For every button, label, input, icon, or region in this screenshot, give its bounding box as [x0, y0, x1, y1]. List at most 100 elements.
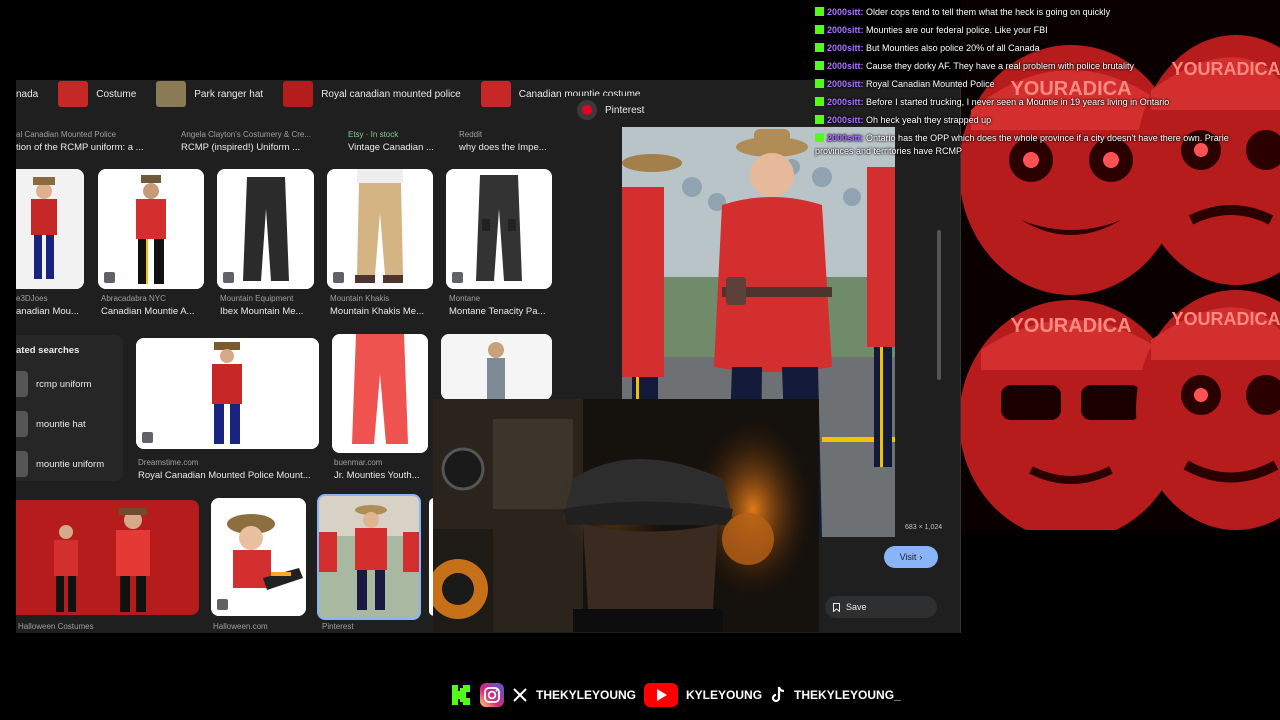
- related-searches-panel: ated searches rcmp uniform mountie hat m…: [16, 335, 123, 481]
- save-label: Save: [846, 602, 867, 612]
- related-search-label: mountie hat: [36, 418, 86, 430]
- result-source: Halloween Costumes: [18, 622, 94, 631]
- chip-rcmp[interactable]: Royal canadian mounted police: [283, 81, 471, 107]
- result-title[interactable]: Montane Tenacity Pa...: [449, 306, 559, 317]
- result-title[interactable]: RCMP (inspired!) Uniform ...: [181, 142, 331, 153]
- result-source: Montane: [449, 294, 481, 303]
- chat-username: 2000sitt:: [827, 43, 864, 53]
- brand-text: YOURADICA: [1010, 315, 1131, 337]
- youtube-icon: [644, 683, 679, 707]
- chip-park-ranger-hat[interactable]: Park ranger hat: [156, 81, 274, 107]
- chat-message: 2000sitt: Mounties are our federal polic…: [815, 24, 1048, 37]
- youtube-handle: KYLEYOUNG: [686, 688, 763, 702]
- result-title[interactable]: tion of the RCMP uniform: a ...: [16, 142, 166, 153]
- result-title[interactable]: anadian Mou...: [16, 306, 86, 317]
- chat-text: But Mounties also police 20% of all Cana…: [866, 43, 1040, 53]
- preview-source[interactable]: Pinterest: [605, 105, 644, 116]
- chat-username: 2000sitt:: [827, 25, 864, 35]
- chip-costume[interactable]: Costume: [58, 81, 147, 107]
- result-image-rcmp-officer[interactable]: [136, 338, 319, 449]
- x-logo-icon: [512, 687, 528, 703]
- result-source: Abracadabra NYC: [101, 294, 166, 303]
- tiktok-handle: THEKYLEYOUNG_: [794, 688, 901, 702]
- chat-text: Oh heck yeah they strapped up: [866, 115, 992, 125]
- related-search-item[interactable]: rcmp uniform: [16, 367, 91, 401]
- chat-text: Ontario has the OPP which does the whole…: [815, 133, 1229, 156]
- instagram-icon: [480, 683, 504, 707]
- result-image-red-pants[interactable]: [332, 334, 428, 453]
- related-search-item[interactable]: mountie uniform: [16, 447, 104, 481]
- product-badge-icon: [142, 432, 153, 443]
- save-button[interactable]: Save: [825, 596, 937, 618]
- result-image-khaki-pants[interactable]: [327, 169, 433, 289]
- result-title[interactable]: Mountain Khakis Me...: [330, 306, 440, 317]
- kick-badge-icon: [815, 43, 824, 52]
- kick-badge-icon: [815, 133, 824, 142]
- result-source: Pinterest: [322, 622, 354, 631]
- result-image-dark-pants[interactable]: [446, 169, 552, 289]
- brand-text: YOURADICA: [1171, 309, 1280, 329]
- filter-chip-bar: nada Costume Park ranger hat Royal canad…: [16, 80, 651, 108]
- chip-canada[interactable]: nada: [16, 81, 49, 107]
- result-image-woman-photo[interactable]: [441, 334, 552, 400]
- result-image-mountie-figure[interactable]: [16, 169, 84, 289]
- related-search-item[interactable]: mountie hat: [16, 407, 86, 441]
- chat-message: 2000sitt: Before I started trucking, I n…: [815, 96, 1169, 109]
- result-title[interactable]: Vintage Canadian ...: [348, 142, 458, 153]
- chat-username: 2000sitt:: [827, 115, 864, 125]
- chat-message: 2000sitt: But Mounties also police 20% o…: [815, 42, 1040, 55]
- kick-badge-icon: [815, 25, 824, 34]
- chip-label: nada: [16, 88, 39, 100]
- related-thumbnail: [16, 371, 28, 397]
- related-thumbnail: [16, 451, 28, 477]
- result-image-child-mountie[interactable]: [211, 498, 306, 616]
- result-source: e3DJoes: [16, 294, 48, 303]
- result-title[interactable]: Canadian Mountie A...: [101, 306, 211, 317]
- related-searches-heading: ated searches: [16, 345, 80, 356]
- result-source: Halloween.com: [213, 622, 268, 631]
- socials-bar: THEKYLEYOUNG KYLEYOUNG THEKYLEYOUNG_: [450, 681, 901, 709]
- chat-text: Older cops tend to tell them what the he…: [866, 7, 1111, 17]
- preview-header: Pinterest: [577, 100, 644, 120]
- kick-badge-icon: [815, 97, 824, 106]
- chip-thumbnail: [156, 81, 187, 107]
- result-image-mountie-costume[interactable]: [98, 169, 204, 289]
- chat-text: Before I started trucking, I never seen …: [866, 97, 1170, 107]
- result-source: Mountain Equipment: [220, 294, 294, 303]
- chat-message: 2000sitt: Ontario has the OPP which does…: [815, 132, 1255, 158]
- result-image-pinterest-selected[interactable]: [317, 494, 421, 620]
- result-source: buenmar.com: [334, 458, 383, 467]
- chat-message: 2000sitt: Older cops tend to tell them w…: [815, 6, 1110, 19]
- kick-logo-icon: [450, 684, 472, 706]
- product-badge-icon: [333, 272, 344, 283]
- result-source: Reddit: [459, 130, 483, 139]
- stream-scene: { "browser": { "chips": [ {"label": "nad…: [0, 0, 1280, 720]
- chat-text: Royal Canadian Mounted Police: [866, 79, 995, 89]
- chevron-right-icon: ›: [919, 552, 923, 562]
- chat-username: 2000sitt:: [827, 7, 864, 17]
- product-badge-icon: [452, 272, 463, 283]
- visit-button[interactable]: Visit ›: [884, 546, 938, 568]
- related-search-label: mountie uniform: [36, 458, 105, 470]
- kick-badge-icon: [815, 7, 824, 16]
- chat-username: 2000sitt:: [827, 97, 864, 107]
- result-title[interactable]: Royal Canadian Mounted Police Mount...: [138, 470, 323, 481]
- result-title[interactable]: why does the Impe...: [459, 142, 569, 153]
- chip-label: Royal canadian mounted police: [321, 88, 461, 100]
- result-image-black-pants[interactable]: [217, 169, 314, 289]
- chip-thumbnail: [283, 81, 314, 107]
- chat-text: Mounties are our federal police. Like yo…: [866, 25, 1048, 35]
- chip-label: Park ranger hat: [194, 88, 264, 100]
- result-title[interactable]: Ibex Mountain Me...: [220, 306, 325, 317]
- chip-thumbnail: [58, 81, 89, 107]
- chat-overlay: 2000sitt: Older cops tend to tell them w…: [815, 2, 1280, 162]
- result-title[interactable]: Jr. Mounties Youth...: [334, 470, 434, 481]
- kick-badge-icon: [815, 79, 824, 88]
- result-image-halloween-costumes[interactable]: [16, 500, 199, 615]
- chat-username: 2000sitt:: [827, 133, 864, 143]
- chat-username: 2000sitt:: [827, 79, 864, 89]
- tiktok-icon: [770, 686, 786, 704]
- chat-message: 2000sitt: Royal Canadian Mounted Police: [815, 78, 995, 91]
- scrollbar[interactable]: [937, 230, 941, 380]
- chip-thumbnail: [480, 81, 511, 107]
